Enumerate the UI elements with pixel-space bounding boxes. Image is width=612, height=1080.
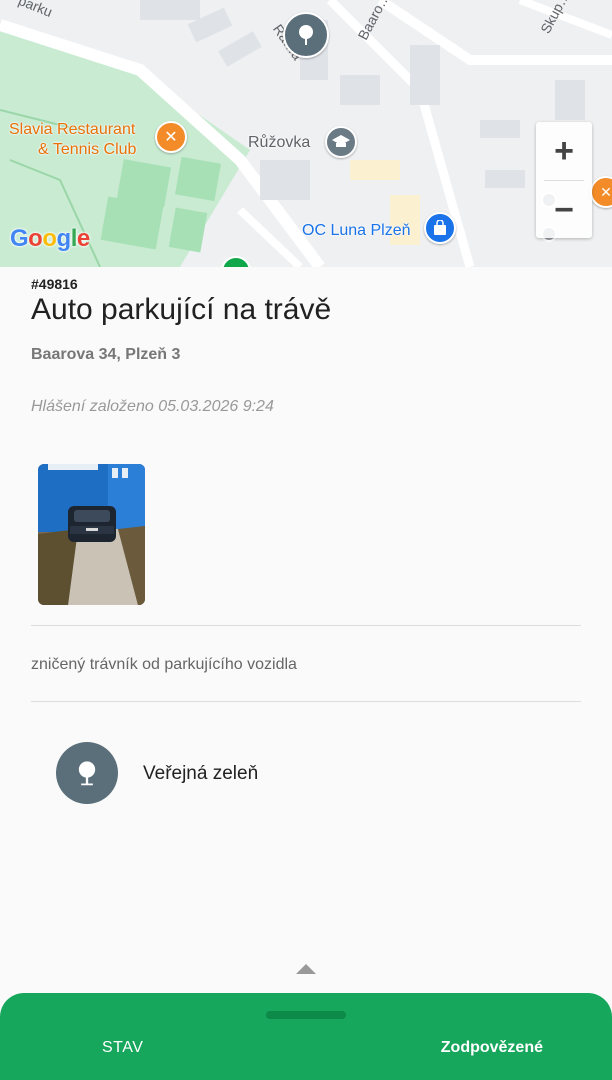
restaurant-pin[interactable]: ✕ [155,121,187,153]
school-pin[interactable] [325,126,357,158]
tree-icon [299,25,313,45]
google-logo: Google [10,225,90,252]
divider [31,625,581,626]
shopping-bag-icon [434,220,446,235]
poi-restaurant-line2: & Tennis Club [38,141,137,158]
tree-pin[interactable] [283,12,329,58]
poi-mall-label[interactable]: OC Luna Plzeň [302,221,411,241]
report-created-date: Hlášení založeno 05.03.2026 9:24 [31,398,274,415]
map-view[interactable]: parku Ra…a Baaro… Skup… Slavia Restauran… [0,0,612,267]
graduation-cap-icon [332,135,350,147]
shopping-pin[interactable] [424,212,456,244]
report-description: zničený trávník od parkujícího vozidla [31,656,297,673]
report-photo-thumbnail[interactable] [38,464,145,605]
category-icon [56,742,118,804]
report-detail: #49816 Auto parkující na trávě Baarova 3… [0,267,612,993]
sheet-drag-handle[interactable] [266,1011,346,1019]
report-id: #49816 [31,276,78,292]
poi-restaurant-label[interactable]: Slavia Restaurant & Tennis Club [9,120,136,160]
fork-knife-icon: ✕ [600,183,612,200]
status-value: Zodpovězené [440,1039,543,1056]
report-address: Baarova 34, Plzeň 3 [31,346,181,363]
poi-school-label[interactable]: Růžovka [248,133,310,153]
divider [31,701,581,702]
tree-icon [78,761,96,786]
zoom-in-button[interactable]: + [536,122,592,180]
status-label: STAV [102,1039,144,1056]
fork-knife-icon: ✕ [164,129,178,146]
expand-arrow-icon[interactable] [296,964,316,974]
poi-restaurant-line1: Slavia Restaurant [9,121,136,138]
zoom-out-button[interactable]: − [536,181,592,239]
zoom-controls: + − [536,122,592,238]
car-photo [38,464,145,605]
report-title: Auto parkující na trávě [31,293,332,326]
status-bottom-sheet[interactable]: STAV Zodpovězené [0,993,612,1080]
category-label: Veřejná zeleň [143,763,259,784]
